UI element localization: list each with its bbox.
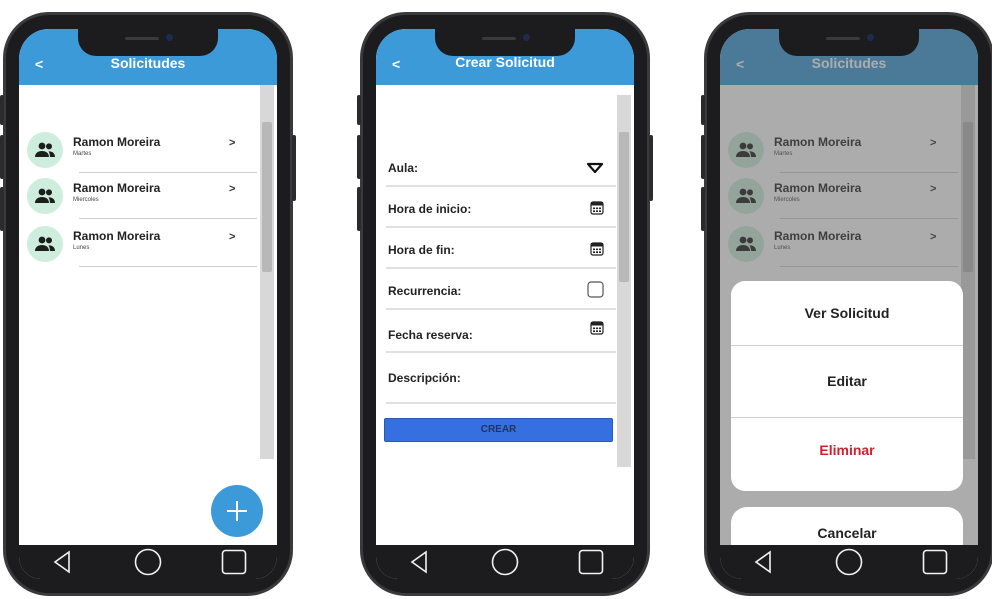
calendar-icon[interactable] [590, 201, 604, 215]
divider [386, 402, 616, 404]
plus-icon [227, 501, 247, 521]
divider [386, 185, 616, 187]
nav-home-circle-icon[interactable] [134, 548, 162, 576]
divider [79, 172, 257, 173]
chevron-right-icon: > [229, 231, 236, 243]
list-item[interactable]: Ramon Moreira Miercoles > [27, 174, 259, 220]
chevron-right-icon: > [229, 137, 236, 149]
nav-back-triangle-icon[interactable] [405, 548, 433, 576]
checkbox-icon[interactable] [587, 281, 604, 298]
hora-fin-field[interactable]: Hora de fin: [376, 229, 618, 269]
add-solicitud-button[interactable] [211, 485, 263, 537]
scrollbar-thumb[interactable] [619, 132, 629, 282]
android-nav-bar [720, 545, 978, 579]
divider [79, 218, 257, 219]
chevron-right-icon: > [229, 183, 236, 195]
field-label: Aula: [388, 161, 418, 175]
nav-recents-square-icon[interactable] [220, 548, 248, 576]
phone-side-button [0, 95, 4, 125]
ver-solicitud-button[interactable]: Ver Solicitud [731, 281, 963, 345]
recurrencia-field[interactable]: Recurrencia: [376, 270, 618, 310]
page-title: Solicitudes [110, 55, 186, 71]
calendar-icon[interactable] [590, 321, 604, 335]
divider [386, 308, 616, 310]
list-item-day: Martes [73, 151, 92, 157]
action-sheet: Ver Solicitud Editar Eliminar [731, 281, 963, 491]
field-label: Descripción: [388, 371, 461, 385]
scrollbar-thumb[interactable] [262, 122, 272, 272]
eliminar-button[interactable]: Eliminar [731, 418, 963, 482]
fecha-reserva-field[interactable]: Fecha reserva: [376, 311, 618, 353]
list-item[interactable]: Ramon Moreira Martes > [27, 128, 259, 174]
nav-recents-square-icon[interactable] [921, 548, 949, 576]
field-label: Hora de inicio: [388, 202, 472, 216]
phone-side-button [357, 95, 361, 125]
phone-side-button [649, 135, 653, 201]
phone-notch [78, 29, 218, 56]
list-item[interactable]: Ramon Moreira Lunes > [27, 222, 259, 268]
page-title: Crear Solicitud [455, 54, 555, 70]
field-label: Hora de fin: [388, 243, 455, 257]
phone-side-button [701, 187, 705, 231]
list-item-day: Miercoles [73, 197, 99, 203]
phone-notch [779, 29, 919, 56]
phone-side-button [0, 135, 4, 179]
divider [386, 351, 616, 353]
nav-back-triangle-icon[interactable] [48, 548, 76, 576]
field-label: Recurrencia: [388, 284, 462, 298]
editar-button[interactable]: Editar [731, 346, 963, 417]
phone-side-button [357, 135, 361, 179]
phone-notch [435, 29, 575, 56]
field-label: Fecha reserva: [388, 328, 473, 342]
phone-frame-3: < Solicitudes Ramon Moreira Martes > Ram… [701, 12, 992, 596]
calendar-icon[interactable] [590, 242, 604, 256]
nav-back-triangle-icon[interactable] [749, 548, 777, 576]
list-item-day: Lunes [73, 245, 90, 251]
list-item-name: Ramon Moreira [73, 181, 161, 195]
android-nav-bar [19, 545, 277, 579]
people-icon [27, 178, 63, 214]
dropdown-triangle-icon[interactable] [586, 162, 604, 174]
phone-side-button [701, 135, 705, 179]
phone-side-button [357, 187, 361, 231]
people-icon [27, 132, 63, 168]
descripcion-field[interactable]: Descripción: [376, 354, 618, 404]
divider [386, 226, 616, 228]
list-item-name: Ramon Moreira [73, 135, 161, 149]
aula-field[interactable]: Aula: [376, 147, 618, 187]
phone-frame-2: < Crear Solicitud Aula: Hora de inicio: … [357, 12, 653, 596]
list-item-name: Ramon Moreira [73, 229, 161, 243]
phone-side-button [292, 135, 296, 201]
screen-solicitudes-actions: < Solicitudes Ramon Moreira Martes > Ram… [720, 29, 978, 579]
nav-home-circle-icon[interactable] [835, 548, 863, 576]
phone-frame-1: < Solicitudes Ramon Moreira Martes > Ram… [0, 12, 296, 596]
hora-inicio-field[interactable]: Hora de inicio: [376, 188, 618, 228]
android-nav-bar [376, 545, 634, 579]
phone-side-button [0, 187, 4, 231]
crear-button[interactable]: CREAR [384, 418, 613, 442]
people-icon [27, 226, 63, 262]
divider [386, 267, 616, 269]
nav-home-circle-icon[interactable] [491, 548, 519, 576]
phone-side-button [701, 95, 705, 125]
screen-crear-solicitud: < Crear Solicitud Aula: Hora de inicio: … [376, 29, 634, 579]
nav-recents-square-icon[interactable] [577, 548, 605, 576]
divider [79, 266, 257, 267]
screen-solicitudes: < Solicitudes Ramon Moreira Martes > Ram… [19, 29, 277, 579]
